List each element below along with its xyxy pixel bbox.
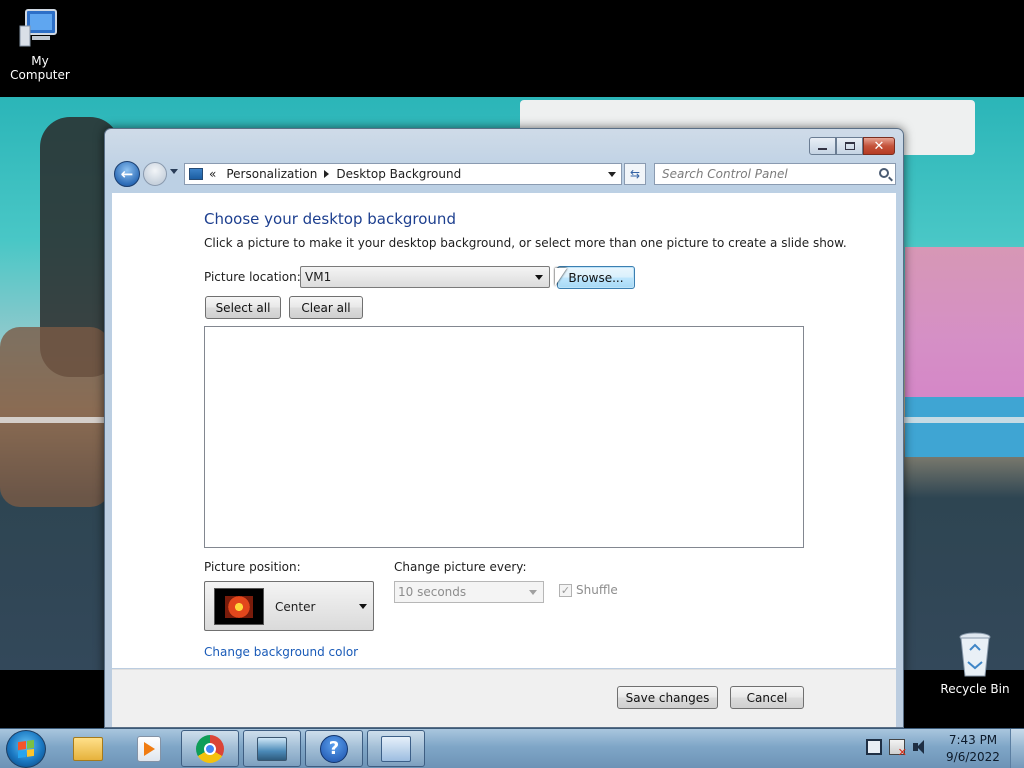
page-description: Click a picture to make it your desktop … bbox=[204, 236, 847, 250]
refresh-button[interactable]: ⇆ bbox=[624, 163, 646, 185]
picture-list[interactable] bbox=[204, 326, 804, 548]
control-panel-icon bbox=[381, 735, 411, 762]
shuffle-label: Shuffle bbox=[576, 583, 618, 597]
position-preview-icon bbox=[214, 588, 264, 625]
picture-position-value: Center bbox=[275, 600, 316, 614]
show-desktop-button[interactable] bbox=[1010, 729, 1024, 768]
save-changes-button[interactable]: Save changes bbox=[617, 686, 718, 709]
desktop-icon-label: My Computer bbox=[10, 54, 70, 82]
action-center-icon[interactable] bbox=[889, 739, 907, 759]
search-icon[interactable] bbox=[879, 168, 889, 178]
chevron-down-icon bbox=[529, 590, 537, 595]
close-icon: ✕ bbox=[873, 138, 885, 154]
page-title: Choose your desktop background bbox=[204, 210, 456, 228]
clear-all-button[interactable]: Clear all bbox=[289, 296, 363, 319]
refresh-icon: ⇆ bbox=[629, 167, 641, 181]
start-button[interactable] bbox=[6, 730, 46, 768]
taskbar-media-player[interactable] bbox=[120, 730, 178, 767]
windows-explorer-icon bbox=[73, 736, 103, 761]
chevron-down-icon bbox=[359, 604, 367, 609]
footer-bar: Save changes Cancel bbox=[112, 669, 896, 727]
taskbar: ? 7:43 PM 9/6/2022 bbox=[0, 728, 1024, 768]
picture-location-value: VM1 bbox=[305, 270, 332, 284]
breadcrumb-separator-icon[interactable] bbox=[324, 170, 330, 178]
address-dropdown-icon[interactable] bbox=[608, 172, 616, 177]
network-icon[interactable] bbox=[866, 739, 882, 755]
checkbox-checked-icon: ✓ bbox=[559, 583, 572, 597]
photo-viewer-icon bbox=[257, 736, 287, 761]
cancel-button[interactable]: Cancel bbox=[730, 686, 804, 709]
change-picture-label: Change picture every: bbox=[394, 560, 527, 574]
search-input[interactable] bbox=[662, 167, 867, 181]
select-all-button[interactable]: Select all bbox=[205, 296, 281, 319]
clock-time: 7:43 PM bbox=[948, 733, 998, 747]
breadcrumb-personalization[interactable]: Personalization bbox=[226, 167, 317, 181]
taskbar-windows-explorer[interactable] bbox=[59, 730, 117, 767]
control-panel-icon bbox=[189, 168, 203, 180]
desktop-icon-label: Recycle Bin bbox=[940, 682, 1010, 696]
taskbar-chrome[interactable] bbox=[181, 730, 239, 767]
help-icon: ? bbox=[320, 734, 348, 763]
desktop-icon-my-computer[interactable]: My Computer bbox=[0, 8, 80, 82]
minimize-icon bbox=[818, 148, 827, 150]
desktop-icon-recycle-bin[interactable]: Recycle Bin bbox=[935, 632, 1015, 696]
recent-pages-dropdown[interactable] bbox=[170, 169, 178, 174]
caption-buttons: ✕ bbox=[809, 137, 895, 155]
back-button[interactable]: ← bbox=[114, 161, 140, 187]
recycle-bin-icon bbox=[958, 632, 992, 678]
computer-icon bbox=[18, 8, 62, 50]
navigation-bar: ← « Personalization Desktop Background ⇆ bbox=[113, 161, 897, 189]
mouse-cursor-icon bbox=[555, 268, 567, 286]
clock[interactable]: 7:43 PM 9/6/2022 bbox=[940, 732, 1006, 766]
close-button[interactable]: ✕ bbox=[863, 137, 895, 155]
back-arrow-icon: ← bbox=[120, 165, 134, 183]
address-bar[interactable]: « Personalization Desktop Background bbox=[184, 163, 622, 185]
breadcrumb-overflow[interactable]: « bbox=[209, 167, 216, 181]
shuffle-checkbox: ✓ Shuffle bbox=[559, 583, 618, 597]
restore-icon bbox=[844, 142, 855, 150]
volume-icon[interactable] bbox=[912, 739, 928, 755]
windows-logo-icon bbox=[18, 739, 34, 759]
content-pane: Choose your desktop background Click a p… bbox=[112, 193, 896, 668]
minimize-button[interactable] bbox=[809, 137, 836, 155]
taskbar-photo-viewer[interactable] bbox=[243, 730, 301, 767]
taskbar-control-panel[interactable] bbox=[367, 730, 425, 767]
forward-button[interactable] bbox=[143, 162, 167, 186]
desktop-background-window: ✕ ← « Personalization Desktop Background… bbox=[104, 128, 904, 728]
breadcrumb-desktop-background[interactable]: Desktop Background bbox=[336, 167, 461, 181]
chevron-down-icon bbox=[535, 275, 543, 280]
change-picture-interval-select: 10 seconds bbox=[394, 581, 544, 603]
maximize-button[interactable] bbox=[836, 137, 863, 155]
picture-location-label: Picture location: bbox=[204, 270, 301, 284]
picture-position-select[interactable]: Center bbox=[204, 581, 374, 631]
picture-position-label: Picture position: bbox=[204, 560, 301, 574]
taskbar-help[interactable]: ? bbox=[305, 730, 363, 767]
media-player-icon bbox=[137, 735, 161, 762]
chrome-icon bbox=[196, 734, 224, 763]
change-picture-value: 10 seconds bbox=[398, 585, 467, 599]
browse-button[interactable]: Browse... bbox=[557, 266, 635, 289]
change-background-color-link[interactable]: Change background color bbox=[204, 645, 358, 659]
system-tray bbox=[866, 739, 928, 759]
search-box[interactable] bbox=[654, 163, 896, 185]
picture-location-select[interactable]: VM1 bbox=[300, 266, 550, 288]
clock-date: 9/6/2022 bbox=[946, 750, 1000, 764]
